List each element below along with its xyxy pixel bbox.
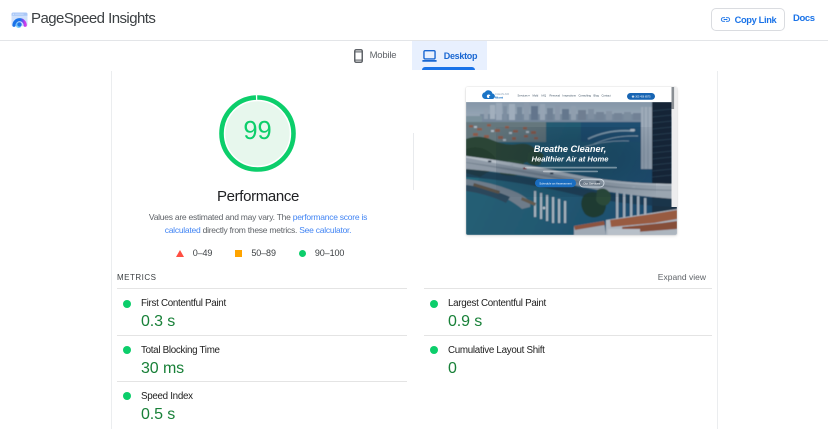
svg-text:Mold: Mold bbox=[533, 94, 539, 98]
svg-text:Inspections: Inspections bbox=[563, 94, 577, 98]
svg-text:Schedule an Assessment: Schedule an Assessment bbox=[539, 182, 572, 186]
svg-text:Our Services: Our Services bbox=[583, 181, 600, 185]
svg-text:Services ▾: Services ▾ bbox=[518, 94, 531, 98]
svg-text:Removal: Removal bbox=[550, 94, 561, 98]
svg-text:Blog: Blog bbox=[594, 94, 600, 98]
svg-text:IAQ: IAQ bbox=[542, 94, 547, 98]
svg-text:Miami: Miami bbox=[495, 96, 503, 100]
svg-text:☎ 305 456 8575: ☎ 305 456 8575 bbox=[631, 95, 651, 99]
svg-text:Contact: Contact bbox=[602, 94, 611, 98]
svg-text:Healthier Air at Home: Healthier Air at Home bbox=[532, 154, 610, 163]
svg-text:Breathe Cleaner,: Breathe Cleaner, bbox=[534, 144, 607, 154]
svg-text:Consulting: Consulting bbox=[579, 94, 592, 98]
